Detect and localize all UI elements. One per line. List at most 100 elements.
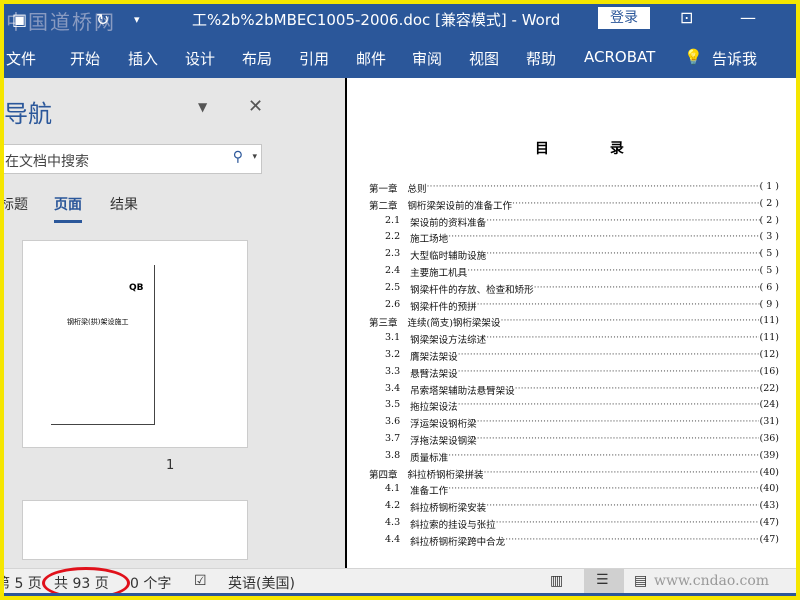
toc-leader: [534, 282, 760, 296]
close-icon[interactable]: ✕: [248, 96, 263, 117]
toc-entry[interactable]: 2.1 架设前的资料准备 ( 2 ): [385, 215, 779, 229]
toc-entry[interactable]: 3.8 质量标准 (39): [385, 450, 779, 464]
toc-num: 2.5: [385, 281, 401, 293]
toc-entry[interactable]: 2.5 钢梁杆件的存放、检查和矫形 ( 6 ): [385, 282, 779, 296]
toc-text: 钢梁杆件的预拼: [410, 301, 477, 313]
toc-entry[interactable]: 3.5 拖拉架设法 (24): [385, 399, 779, 413]
toc-entry[interactable]: 3.3 悬臂法架设 (16): [385, 366, 779, 380]
web-layout-icon[interactable]: ▤: [634, 573, 647, 589]
tab-layout[interactable]: 布局: [242, 48, 272, 69]
toc-entry[interactable]: 2.6 钢梁杆件的预拼 ( 9 ): [385, 299, 779, 313]
tab-design[interactable]: 设计: [185, 48, 215, 69]
tab-references[interactable]: 引用: [299, 48, 329, 69]
toc-page: (31): [759, 416, 779, 428]
document-page[interactable]: 目 录 第一章总则 ( 1 ) 第二章钢桁梁架设前的准备工作 ( 2 ) 2.1 架设前的…: [345, 78, 796, 568]
toc-leader: [458, 399, 760, 413]
search-icon[interactable]: ⚲: [233, 149, 243, 165]
toc-leader: [486, 248, 759, 262]
toc-text: 吊索塔架辅助法悬臂架设: [410, 385, 515, 397]
tab-mailings[interactable]: 邮件: [356, 48, 386, 69]
toc-page: (39): [759, 449, 779, 461]
toc-entry[interactable]: 2.4 主要施工机具 ( 5 ): [385, 265, 779, 279]
toc-num: 3.1: [385, 332, 401, 344]
ribbon-tabs: 文件 开始 插入 设计 布局 引用 邮件 审阅 视图 帮助 ACROBAT 💡 …: [4, 36, 796, 78]
lightbulb-icon[interactable]: 💡: [684, 48, 703, 66]
toc-entry[interactable]: 3.6 浮运架设钢桁梁 (31): [385, 416, 779, 430]
toc-page: ( 2 ): [759, 214, 780, 226]
toc-leader: [427, 181, 760, 195]
toc-entry[interactable]: 第二章钢桁梁架设前的准备工作 ( 2 ): [369, 198, 779, 212]
title-bar: 中国道桥网 ▣ ↻ ▾ 工%2b%2bMBEC1005-2006.doc [兼容…: [4, 4, 796, 36]
status-bottom-border: [4, 593, 796, 596]
toc-leader: [505, 534, 759, 548]
tab-insert[interactable]: 插入: [128, 48, 158, 69]
toc-entry[interactable]: 4.3 斜拉索的挂设与张拉 (47): [385, 517, 779, 531]
toc-page: (16): [759, 365, 779, 377]
toc-entry[interactable]: 4.1 准备工作 (40): [385, 483, 779, 497]
tab-view[interactable]: 视图: [469, 48, 499, 69]
toc-num: 第一章: [369, 184, 398, 195]
toc-page: (22): [759, 382, 779, 394]
toc-page: ( 3 ): [759, 231, 780, 243]
toc-entry[interactable]: 3.4 吊索塔架辅助法悬臂架设 (22): [385, 383, 779, 397]
toc-leader: [515, 383, 760, 397]
page-thumbnail-2[interactable]: [22, 500, 248, 560]
tab-help[interactable]: 帮助: [526, 48, 556, 69]
toc-num: 3.8: [385, 449, 401, 461]
toc-text: 钢桁梁架设前的准备工作: [407, 200, 513, 212]
tab-home[interactable]: 开始: [70, 48, 100, 69]
toc-entry[interactable]: 第一章总则 ( 1 ): [369, 181, 779, 195]
toc-entry[interactable]: 3.7 浮拖法架设钢梁 (36): [385, 433, 779, 447]
page-number[interactable]: 第 5 页: [4, 573, 42, 593]
ribbon-display-icon[interactable]: ⊡: [680, 8, 693, 27]
toc-text: 膺架法架设: [410, 352, 458, 363]
proofing-icon[interactable]: ☑: [194, 573, 207, 589]
toc-text: 准备工作: [410, 486, 449, 498]
toc-entry[interactable]: 4.4 斜拉桥钢桁梁跨中合龙 (47): [385, 534, 779, 548]
toc-num: 3.2: [385, 349, 401, 360]
minimize-icon[interactable]: —: [740, 8, 756, 27]
nav-options-icon[interactable]: ▼: [198, 100, 207, 114]
tab-results[interactable]: 结果: [110, 194, 138, 214]
toc-entry[interactable]: 2.3 大型临时辅助设施 ( 5 ): [385, 248, 779, 262]
tab-review[interactable]: 审阅: [412, 48, 442, 69]
toc-leader: [458, 366, 760, 380]
toc-page: (40): [759, 466, 779, 478]
toc-entry[interactable]: 2.2 施工场地 ( 3 ): [385, 231, 779, 245]
customize-qat-icon[interactable]: ▾: [134, 13, 140, 26]
toc-leader: [448, 483, 759, 497]
toc-leader: [448, 450, 759, 464]
login-button[interactable]: 登录: [598, 7, 650, 29]
toc-entry[interactable]: 第四章斜拉桥钢桁梁拼装 (40): [369, 467, 779, 481]
tab-file[interactable]: 文件: [6, 48, 36, 69]
toc-num: 4.1: [385, 483, 401, 495]
search-input[interactable]: 在文档中搜索 ⚲ ▾: [4, 144, 262, 174]
toc-leader: [477, 299, 760, 313]
tell-me-button[interactable]: 告诉我: [712, 48, 757, 69]
toc-entry[interactable]: 第三章连续(简支)钢桁梁架设 (11): [369, 315, 779, 329]
toc-leader: [477, 416, 760, 430]
toc-leader: [448, 231, 759, 245]
read-mode-icon[interactable]: ▥: [550, 573, 563, 589]
toc-text: 质量标准: [410, 452, 449, 464]
toc-leader: [512, 198, 759, 212]
tab-pages[interactable]: 页面: [54, 194, 82, 223]
page-thumbnail-1[interactable]: QB 钢桁梁(拱)架设施工: [22, 240, 248, 448]
save-icon[interactable]: ▣: [12, 10, 27, 29]
word-count[interactable]: 0 个字: [130, 573, 171, 593]
toc-num: 4.4: [385, 533, 401, 545]
toc-page: (24): [759, 399, 779, 411]
toc-entry[interactable]: 3.1 钢梁架设方法综述 (11): [385, 332, 779, 346]
toc-entry[interactable]: 3.2 膺架法架设 (12): [385, 349, 779, 363]
redo-icon[interactable]: ↻: [96, 10, 109, 29]
toc-entry[interactable]: 4.2 斜拉桥钢桁梁安装 (43): [385, 500, 779, 514]
tab-acrobat[interactable]: ACROBAT: [584, 48, 655, 66]
language[interactable]: 英语(美国): [228, 573, 295, 593]
toc-num: 3.4: [385, 382, 401, 394]
search-dropdown-icon[interactable]: ▾: [252, 152, 257, 162]
toc-num: 3.6: [385, 416, 401, 428]
word-window: 中国道桥网 ▣ ↻ ▾ 工%2b%2bMBEC1005-2006.doc [兼容…: [4, 4, 796, 596]
print-layout-icon[interactable]: ☰: [584, 569, 624, 593]
tab-headings[interactable]: 标题: [4, 194, 28, 214]
highlight-circle: [42, 567, 130, 596]
